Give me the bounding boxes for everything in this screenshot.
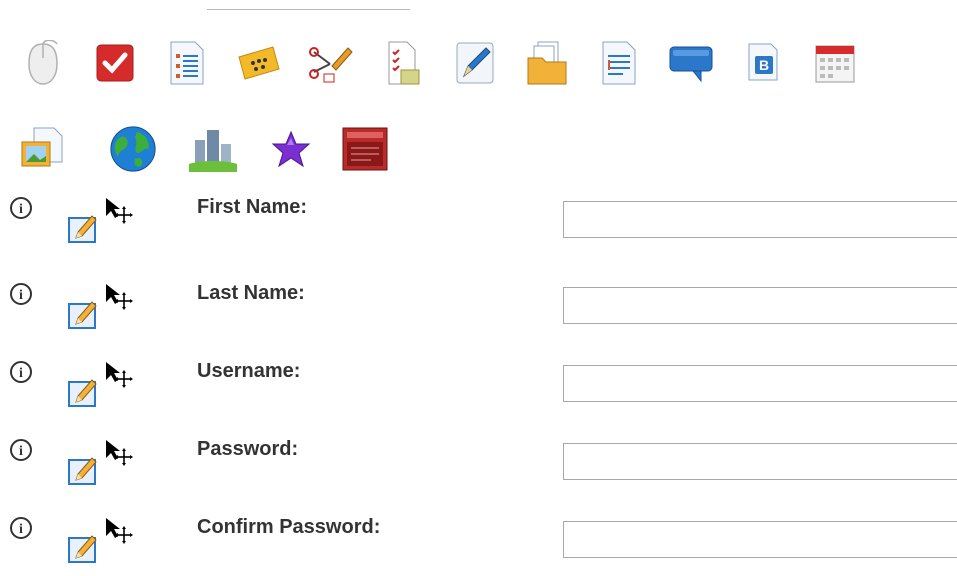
svg-text:i: i <box>19 288 23 303</box>
svg-text:i: i <box>19 202 23 217</box>
scissors-edit-icon[interactable] <box>306 36 356 90</box>
bold-text-icon[interactable]: B <box>738 36 788 90</box>
form-row-username: i Username: <box>0 360 957 420</box>
component-toolbar-row-2 <box>18 122 412 176</box>
pencil-edit-icon[interactable] <box>450 36 500 90</box>
last-name-input[interactable] <box>563 287 957 324</box>
numbered-list-icon[interactable] <box>162 36 212 90</box>
svg-text:i: i <box>19 522 23 537</box>
rating-ticket-icon[interactable] <box>234 36 284 90</box>
info-icon[interactable]: i <box>9 282 33 306</box>
drag-move-icon[interactable] <box>104 438 134 468</box>
last-name-label: Last Name: <box>197 282 305 304</box>
drag-move-icon[interactable] <box>104 360 134 390</box>
image-document-icon[interactable] <box>18 122 68 176</box>
folder-documents-icon[interactable] <box>522 36 572 90</box>
drag-move-icon[interactable] <box>104 196 134 226</box>
edit-pencil-icon[interactable] <box>68 532 98 564</box>
username-label: Username: <box>197 360 301 382</box>
svg-text:i: i <box>19 444 23 459</box>
info-icon[interactable]: i <box>9 438 33 462</box>
username-input[interactable] <box>563 365 957 402</box>
checkbox-icon[interactable] <box>90 36 140 90</box>
city-buildings-icon[interactable] <box>188 122 238 176</box>
drag-move-icon[interactable] <box>104 516 134 546</box>
form-row-password: i Password: <box>0 438 957 498</box>
info-icon[interactable]: i <box>9 196 33 220</box>
edit-pencil-icon[interactable] <box>68 212 98 244</box>
edit-pencil-icon[interactable] <box>68 298 98 330</box>
info-icon[interactable]: i <box>9 360 33 384</box>
calendar-icon[interactable] <box>810 36 860 90</box>
edit-pencil-icon[interactable] <box>68 454 98 486</box>
red-panel-icon[interactable] <box>340 122 390 176</box>
info-icon[interactable]: i <box>9 516 33 540</box>
password-label: Password: <box>197 438 299 460</box>
mouse-icon[interactable] <box>18 36 68 90</box>
component-toolbar-row-1: B <box>18 36 882 90</box>
password-input[interactable] <box>563 443 957 480</box>
svg-text:B: B <box>759 57 769 73</box>
top-divider <box>207 9 410 10</box>
form-row-last-name: i Last Name: <box>0 282 957 342</box>
checklist-document-icon[interactable] <box>378 36 428 90</box>
first-name-input[interactable] <box>563 201 957 238</box>
confirm-password-label: Confirm Password: <box>197 516 381 538</box>
form-row-first-name: i First Name: <box>0 196 957 256</box>
first-name-label: First Name: <box>197 196 308 218</box>
globe-icon[interactable] <box>108 122 158 176</box>
speech-bubble-icon[interactable] <box>666 36 716 90</box>
svg-text:i: i <box>19 366 23 381</box>
edit-pencil-icon[interactable] <box>68 376 98 408</box>
purple-star-icon[interactable] <box>266 122 316 176</box>
confirm-password-input[interactable] <box>563 521 957 558</box>
drag-move-icon[interactable] <box>104 282 134 312</box>
text-document-icon[interactable] <box>594 36 644 90</box>
form-row-confirm-password: i Confirm Password: <box>0 516 957 576</box>
